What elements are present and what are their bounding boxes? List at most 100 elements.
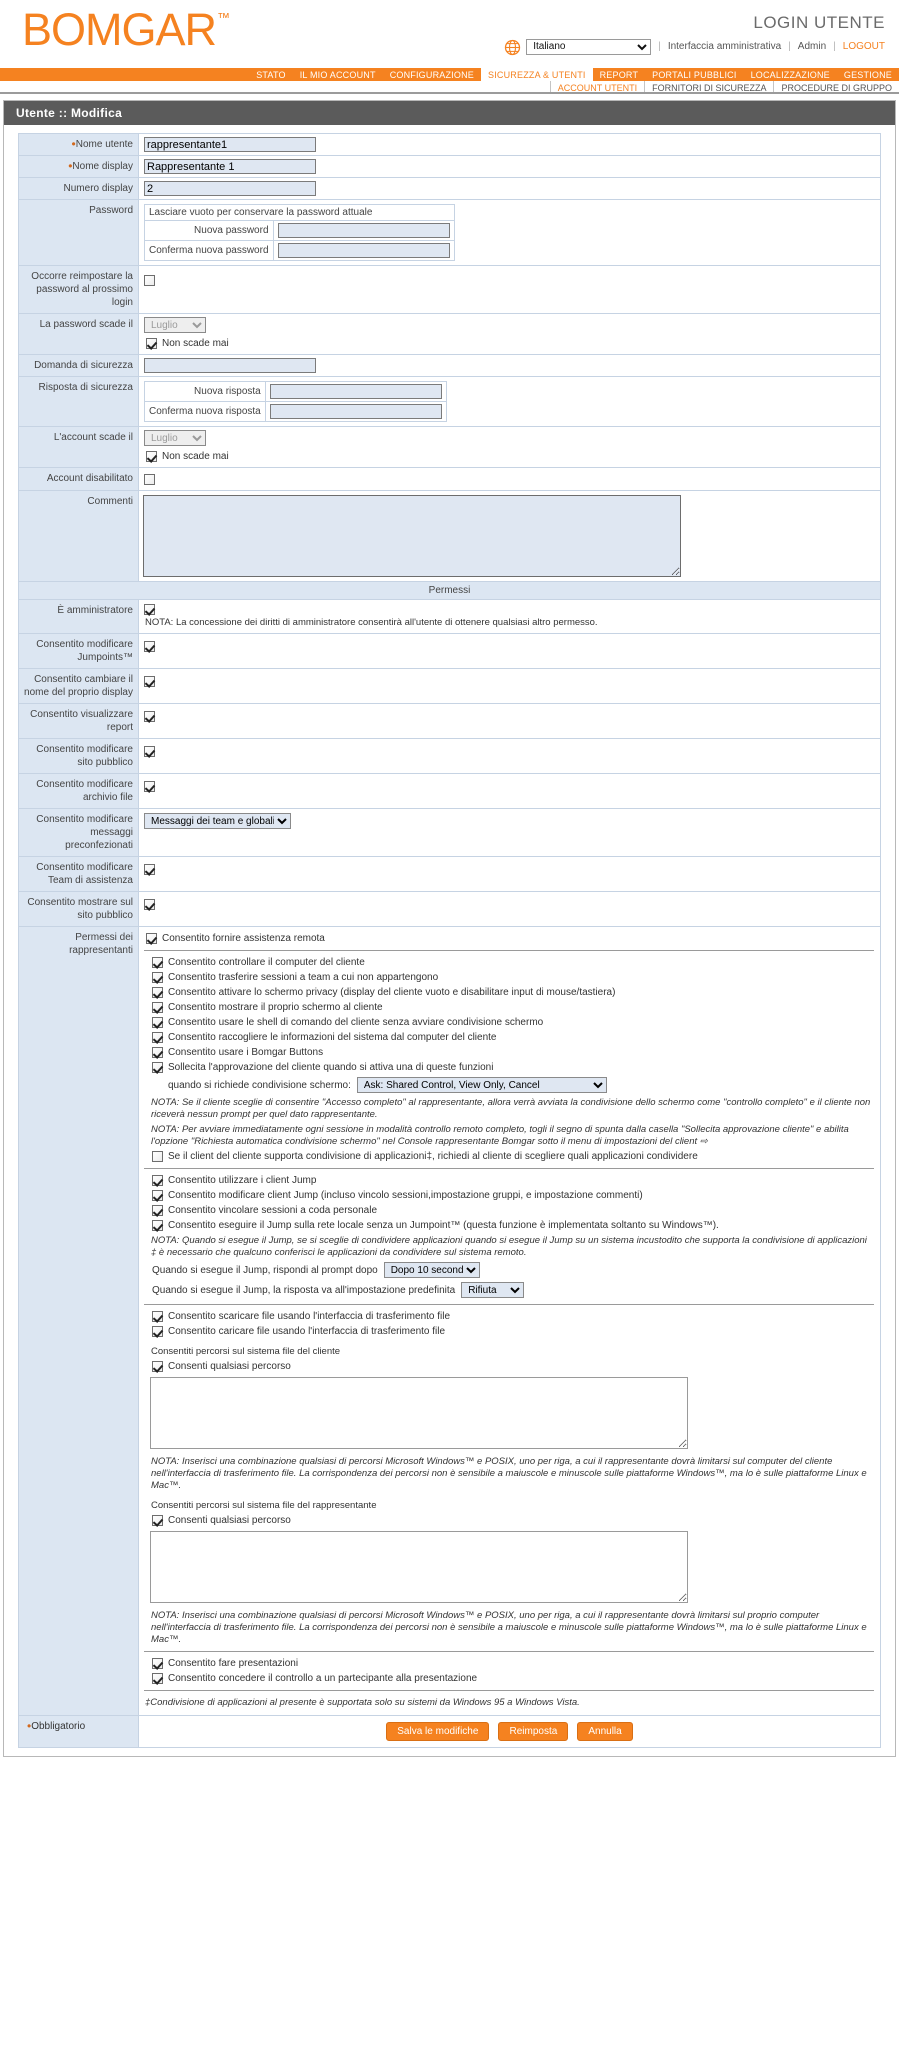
- username-input[interactable]: [144, 137, 316, 152]
- rep-transfer-sessions-checkbox[interactable]: [152, 972, 163, 983]
- label-perm-edit-file-store: Consentito modificare archivio file: [18, 773, 139, 809]
- password-note-row: Lasciare vuoto per conservare la passwor…: [144, 204, 455, 221]
- logout-link[interactable]: LOGOUT: [843, 41, 885, 52]
- perm-view-reports-checkbox[interactable]: [144, 710, 155, 722]
- is-admin-note: NOTA: La concessione dei diritti di ammi…: [145, 617, 598, 628]
- row-permissions-header: Permessi: [18, 581, 881, 600]
- field-perm-edit-support-teams: [138, 856, 881, 892]
- required-legend-text: Obbligatorio: [31, 1721, 86, 1732]
- rep-provide-remote-support-label: Consentito fornire assistenza remota: [162, 933, 325, 944]
- rep-download-files-checkbox[interactable]: [152, 1311, 163, 1322]
- rep-provide-remote-support-checkbox[interactable]: [146, 933, 157, 944]
- reset-button[interactable]: Reimposta: [498, 1722, 569, 1741]
- client-paths-any-checkbox[interactable]: [152, 1361, 163, 1372]
- rep-edit-jump-clients-checkbox[interactable]: [152, 1190, 163, 1201]
- nav-item-stato[interactable]: STATO: [249, 68, 293, 81]
- header-divider-3: |: [833, 41, 836, 52]
- perm-edit-support-teams-checkbox[interactable]: [144, 863, 155, 875]
- subnav-item-account-utenti[interactable]: ACCOUNT UTENTI: [549, 81, 644, 93]
- rep-use-jump-clients-checkbox[interactable]: [152, 1175, 163, 1186]
- security-question-input[interactable]: [144, 358, 316, 373]
- rep-system-info-checkbox[interactable]: [152, 1032, 163, 1043]
- field-perm-edit-public-site: [138, 738, 881, 774]
- perm-change-display-name-checkbox[interactable]: [144, 675, 155, 687]
- jump-default-select[interactable]: Rifiuta: [461, 1282, 525, 1298]
- account-disabled-checkbox[interactable]: [144, 473, 155, 485]
- subnav-item-fornitori-di-sicurezza[interactable]: FORNITORI DI SICUREZZA: [644, 81, 773, 93]
- is-admin-checkbox[interactable]: [144, 603, 155, 615]
- displayname-input[interactable]: [144, 159, 316, 174]
- nav-item-sicurezza-utenti[interactable]: SICUREZZA & UTENTI: [481, 68, 593, 81]
- rep-control-customer-computer-checkbox[interactable]: [152, 957, 163, 968]
- row-perm-edit-support-teams: Consentito modificare Team di assistenza: [18, 856, 881, 892]
- rep-paths-any-checkbox[interactable]: [152, 1515, 163, 1526]
- field-perm-change-display-name: [138, 668, 881, 704]
- permissions-section-title: Permessi: [18, 581, 881, 600]
- nav-item-il-mio-account[interactable]: IL MIO ACCOUNT: [293, 68, 383, 81]
- perm-edit-file-store-checkbox[interactable]: [144, 780, 155, 792]
- subnav-item-procedure-di-gruppo[interactable]: PROCEDURE DI GRUPPO: [773, 81, 899, 93]
- admin-interface-link[interactable]: Interfaccia amministrativa: [668, 41, 781, 52]
- language-select[interactable]: Italiano: [526, 38, 652, 55]
- rep-show-own-screen-row: Consentito mostrare il proprio schermo a…: [150, 1000, 874, 1015]
- account-never-expires-checkbox[interactable]: [146, 451, 157, 462]
- rep-transfer-sessions-row: Consentito trasferire sessioni a team a …: [150, 970, 874, 985]
- confirm-password-input[interactable]: [277, 243, 450, 258]
- client-paths-note-4: NOTA: Inserisci una combinazione qualsia…: [151, 1456, 867, 1491]
- required-legend: •Obbligatorio: [18, 1715, 139, 1748]
- screen-sharing-prompt-select[interactable]: Ask: Shared Control, View Only, Cancel: [356, 1077, 607, 1093]
- account-expires-month-select[interactable]: Luglio: [144, 430, 206, 446]
- rep-app-sharing-checkbox[interactable]: [152, 1151, 163, 1162]
- field-is-admin: NOTA: La concessione dei diritti di ammi…: [138, 599, 881, 634]
- rep-privacy-screen-row: Consentito attivare lo schermo privacy (…: [150, 985, 874, 1000]
- client-paths-textarea[interactable]: [150, 1377, 688, 1449]
- password-never-expires-checkbox[interactable]: [146, 338, 157, 349]
- label-confirm-answer: Conferma nuova risposta: [144, 401, 266, 422]
- client-paths-label: Consentiti percorsi sul sistema file del…: [151, 1346, 341, 1357]
- rep-paths-any-row: Consenti qualsiasi percorso: [150, 1513, 874, 1528]
- comments-textarea[interactable]: [143, 495, 681, 577]
- rep-upload-files-checkbox[interactable]: [152, 1326, 163, 1337]
- rep-group-1: Consentito controllare il computer del c…: [144, 955, 874, 1164]
- must-reset-password-checkbox[interactable]: [144, 274, 155, 286]
- nav-item-gestione[interactable]: GESTIONE: [837, 68, 899, 81]
- rep-presentations-checkbox[interactable]: [152, 1658, 163, 1669]
- cancel-button[interactable]: Annulla: [577, 1722, 633, 1741]
- perm-edit-jumpoints-checkbox[interactable]: [144, 640, 155, 652]
- perm-edit-public-site-checkbox[interactable]: [144, 745, 155, 757]
- screen-sharing-prompt-label: quando si richiede condivisione schermo:: [168, 1079, 351, 1091]
- rep-privacy-screen-checkbox[interactable]: [152, 987, 163, 998]
- account-never-expires-row: Non scade mai: [144, 449, 876, 464]
- rep-bomgar-buttons-checkbox[interactable]: [152, 1047, 163, 1058]
- confirm-answer-input[interactable]: [269, 404, 442, 419]
- rep-download-files-label: Consentito scaricare file usando l'inter…: [168, 1311, 451, 1322]
- canned-messages-select[interactable]: Messaggi dei team e globali: [144, 813, 291, 829]
- displaynumber-input[interactable]: [144, 181, 316, 196]
- password-expires-month-select[interactable]: Luglio: [144, 317, 206, 333]
- perm-show-on-public-site-checkbox[interactable]: [144, 898, 155, 910]
- footer-spacer: [18, 1748, 881, 1756]
- rep-grant-control-checkbox[interactable]: [152, 1673, 163, 1684]
- rep-paths-textarea[interactable]: [150, 1531, 688, 1603]
- new-answer-input[interactable]: [269, 384, 442, 399]
- label-password-expires: La password scade il: [18, 313, 139, 355]
- rep-command-shell-checkbox[interactable]: [152, 1017, 163, 1028]
- rep-prompt-customer-approval-checkbox[interactable]: [152, 1062, 163, 1073]
- label-security-answer: Risposta di sicurezza: [18, 376, 139, 427]
- rep-bind-sessions-checkbox[interactable]: [152, 1205, 163, 1216]
- nav-item-report[interactable]: REPORT: [593, 68, 646, 81]
- jump-prompt-select[interactable]: Dopo 10 secondi: [383, 1262, 480, 1278]
- save-button[interactable]: Salva le modifiche: [386, 1722, 490, 1741]
- field-rep-permissions: Consentito fornire assistenza remota Con…: [138, 926, 881, 1716]
- rep-show-own-screen-checkbox[interactable]: [152, 1002, 163, 1013]
- page-root: BOMGAR™ LOGIN UTENTE Italiano | Interfac…: [0, 0, 899, 1765]
- nav-item-localizzazione[interactable]: LOCALIZZAZIONE: [744, 68, 837, 81]
- new-password-input[interactable]: [277, 223, 450, 238]
- client-paths-any-label: Consenti qualsiasi percorso: [168, 1361, 291, 1372]
- admin-link[interactable]: Admin: [798, 41, 826, 52]
- nav-item-configurazione[interactable]: CONFIGURAZIONE: [383, 68, 481, 81]
- row-perm-canned-messages: Consentito modificare messaggi preconfez…: [18, 808, 881, 857]
- nav-item-portali-pubblici[interactable]: PORTALI PUBBLICI: [645, 68, 743, 81]
- divider-4: [144, 1651, 874, 1652]
- rep-jump-local-network-checkbox[interactable]: [152, 1220, 163, 1231]
